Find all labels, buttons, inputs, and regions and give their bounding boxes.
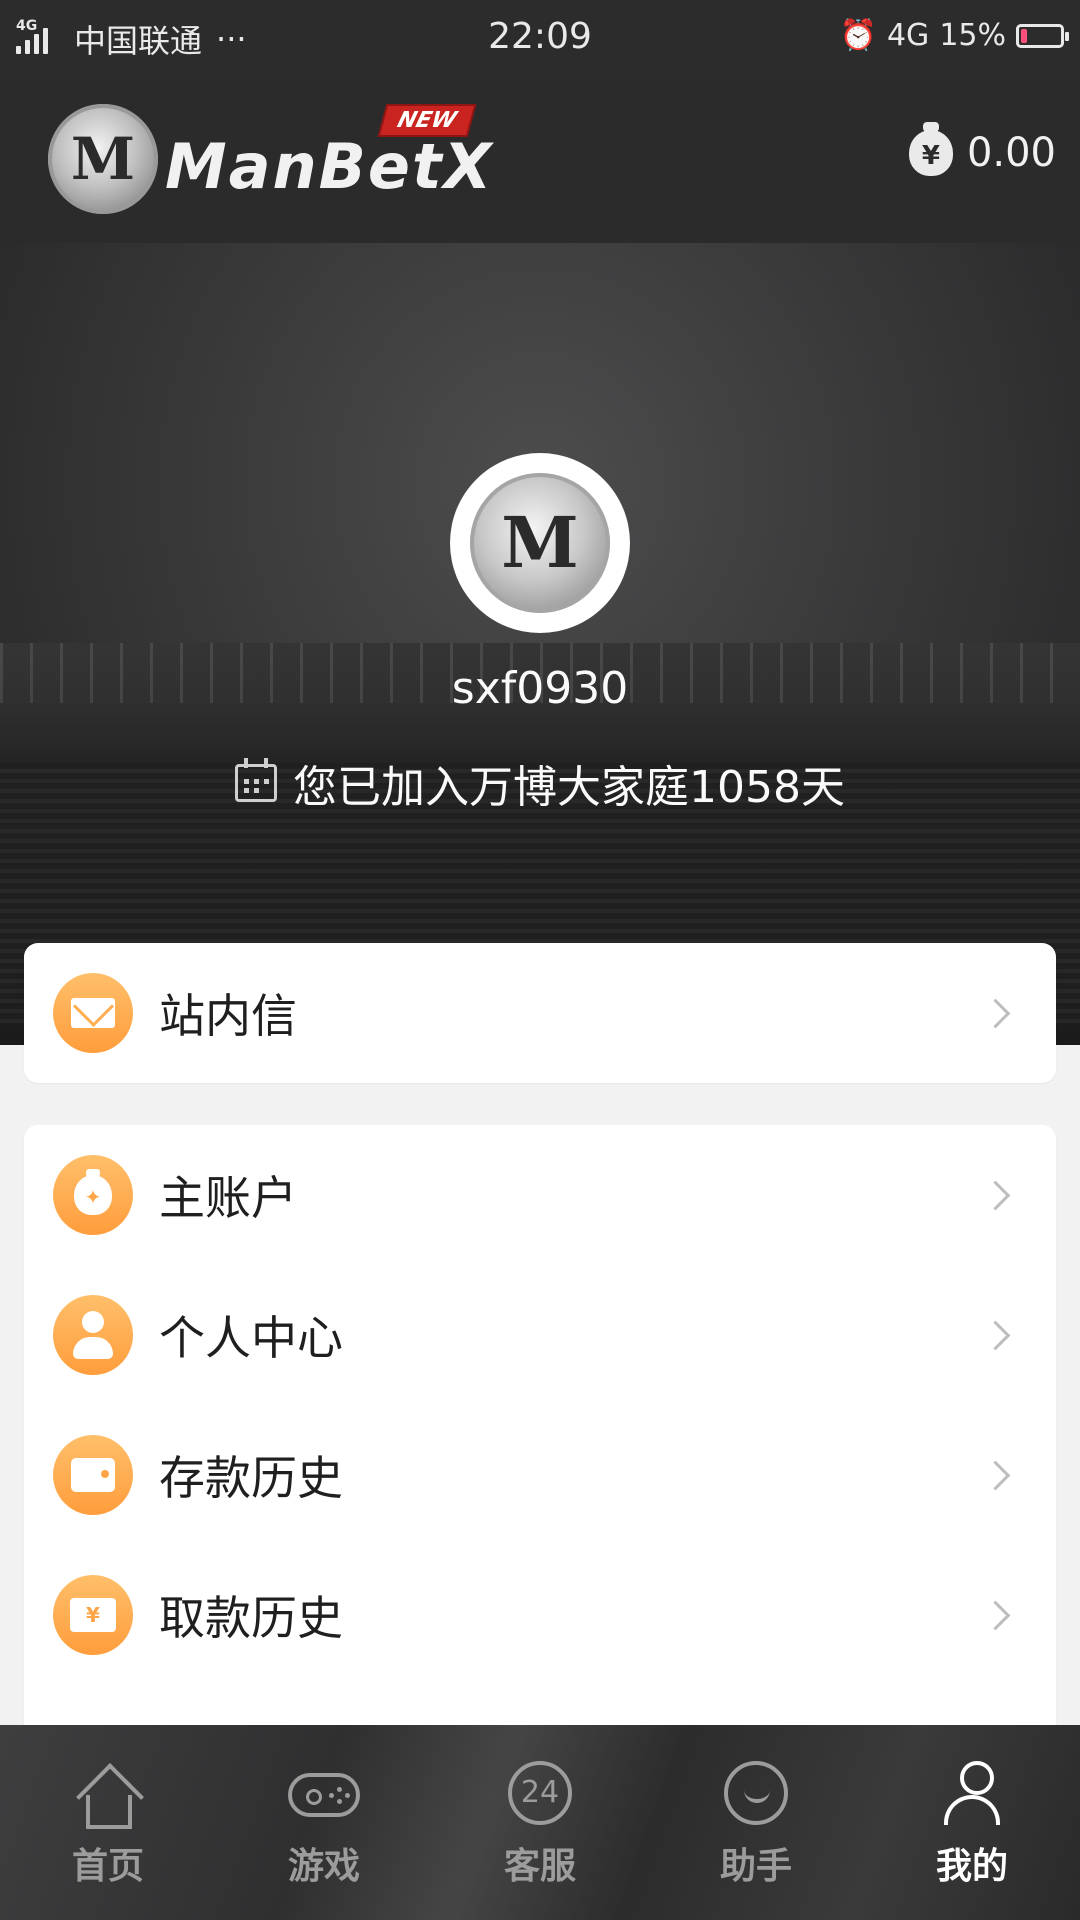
menu-item-label: 存款历史 — [159, 1451, 343, 1505]
tab-games[interactable]: 游戏 — [216, 1725, 432, 1920]
menu-item-withdraw-history[interactable]: ¥ 取款历史 — [24, 1545, 1056, 1685]
network-type: 4G — [886, 18, 930, 53]
chevron-right-icon — [980, 1460, 1011, 1490]
tab-home[interactable]: 首页 — [0, 1725, 216, 1920]
menu-item-label: 取款历史 — [159, 1591, 343, 1645]
tab-label: 我的 — [935, 1846, 1008, 1887]
wallet-icon — [53, 1435, 133, 1515]
avatar-logo-icon: M — [470, 473, 610, 613]
ticket-icon: ¥ — [53, 1575, 133, 1655]
profile-hero: M sxf0930 您已加入万博大家庭1058天 — [0, 243, 1080, 1045]
bottom-tab-bar: 首页 游戏 24 客服 助手 我的 — [0, 1725, 1080, 1920]
messages-card: 站内信 — [24, 943, 1056, 1083]
chevron-right-icon — [980, 1320, 1011, 1350]
assistant-smile-icon — [720, 1761, 792, 1827]
tab-label: 助手 — [719, 1846, 792, 1887]
menu-item-label: 个人中心 — [159, 1311, 343, 1365]
profile-icon — [936, 1761, 1008, 1827]
app-header: M ManBetX NEW ¥ 0.00 — [0, 78, 1080, 243]
support-24-icon: 24 — [504, 1761, 576, 1827]
menu-item-main-account[interactable]: ✦ 主账户 — [24, 1125, 1056, 1265]
menu-item-deposit-history[interactable]: 存款历史 — [24, 1405, 1056, 1545]
account-card: ✦ 主账户 个人中心 存款历史 ¥ 取款历史 — [24, 1125, 1056, 1865]
menu-item-messages[interactable]: 站内信 — [24, 943, 1056, 1083]
status-right: ⏰ 4G 15% — [839, 18, 1069, 53]
status-bar: 4G 中国联通 ··· 22:09 ⏰ 4G 15% — [0, 0, 1080, 78]
membership-duration: 您已加入万博大家庭1058天 — [0, 751, 1080, 815]
money-bag-icon: ✦ — [53, 1155, 133, 1235]
gamepad-icon — [288, 1761, 360, 1827]
tab-label: 首页 — [71, 1846, 144, 1887]
balance-button[interactable]: ¥ 0.00 — [908, 122, 1056, 176]
avatar[interactable]: M — [450, 453, 630, 633]
menu-item-personal-center[interactable]: 个人中心 — [24, 1265, 1056, 1405]
chevron-right-icon — [980, 1600, 1011, 1630]
balance-amount: 0.00 — [966, 130, 1056, 176]
brand-name[interactable]: ManBetX — [165, 130, 493, 203]
tab-label: 客服 — [503, 1846, 576, 1887]
tab-support[interactable]: 24 客服 — [432, 1725, 648, 1920]
tab-mine[interactable]: 我的 — [864, 1725, 1080, 1920]
envelope-icon — [53, 973, 133, 1053]
battery-icon — [1016, 23, 1069, 48]
calendar-icon — [235, 758, 277, 802]
battery-percent: 15% — [939, 18, 1006, 53]
brand-logo-icon[interactable]: M — [48, 104, 158, 214]
chevron-right-icon — [980, 1180, 1011, 1210]
new-badge: NEW — [377, 104, 477, 137]
alarm-clock-icon: ⏰ — [839, 18, 877, 53]
user-icon — [53, 1295, 133, 1375]
username: sxf0930 — [451, 663, 629, 714]
menu-item-label: 站内信 — [159, 989, 297, 1043]
menu-item-label: 主账户 — [159, 1171, 297, 1225]
home-icon — [72, 1761, 144, 1829]
money-bag-icon: ¥ — [908, 122, 953, 176]
tab-assistant[interactable]: 助手 — [648, 1725, 864, 1920]
battery-fill — [1021, 28, 1027, 43]
chevron-right-icon — [980, 998, 1011, 1028]
tab-label: 游戏 — [287, 1846, 360, 1887]
join-text: 您已加入万博大家庭1058天 — [293, 762, 845, 813]
